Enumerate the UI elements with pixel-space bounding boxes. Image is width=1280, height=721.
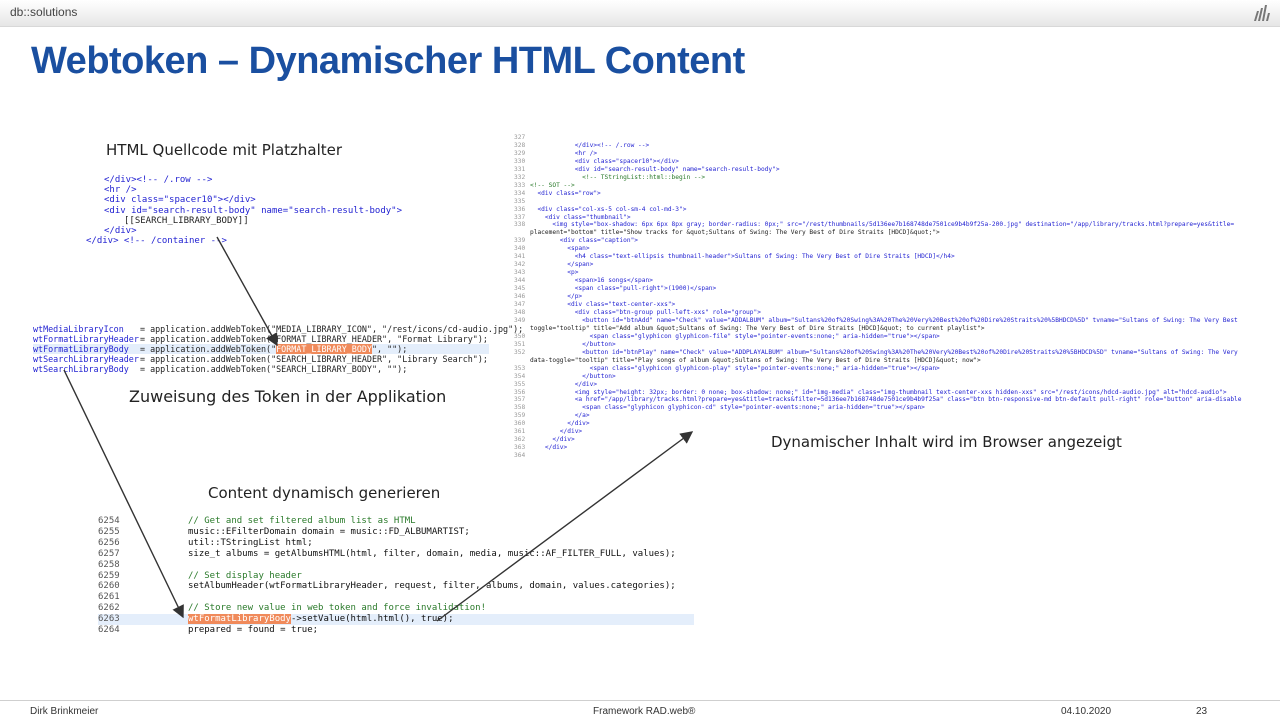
arrow-code-to-browser (436, 431, 694, 622)
footer-page-number: 23 (1196, 706, 1208, 717)
footer-date: 04.10.2020 (1061, 706, 1112, 717)
connector-arrows (63, 236, 694, 622)
arrow-token-to-code (63, 369, 184, 619)
arrow-placeholder-to-token (216, 236, 278, 347)
footer-author: Dirk Brinkmeier (30, 706, 99, 717)
footer: Dirk Brinkmeier Framework RAD.web® 04.10… (0, 700, 1280, 721)
footer-product: Framework RAD.web® (593, 706, 696, 717)
